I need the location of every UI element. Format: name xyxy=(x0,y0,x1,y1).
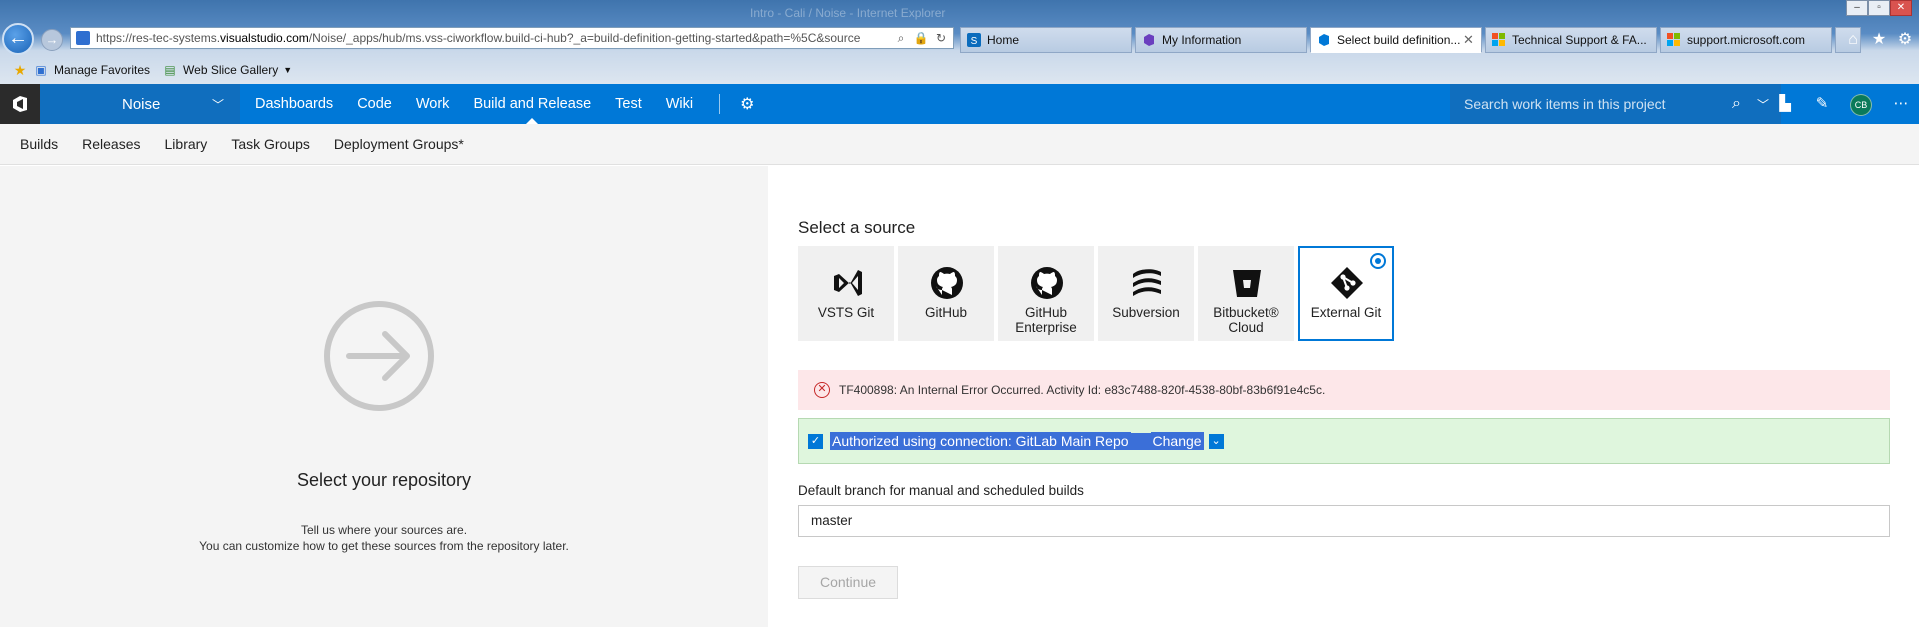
select-source-panel: Select a source VSTS Git GitHub GitHub E… xyxy=(768,166,1919,627)
github-icon xyxy=(1031,267,1063,299)
search-icon[interactable]: ⌕ xyxy=(1732,95,1741,113)
hub-tabs: Dashboards Code Work Build and Release T… xyxy=(243,84,760,124)
tab-home[interactable]: S Home xyxy=(960,27,1132,53)
selected-radio-icon xyxy=(1370,253,1386,269)
source-tile-subversion[interactable]: Subversion xyxy=(1098,246,1194,341)
source-tiles: VSTS Git GitHub GitHub Enterprise Subver… xyxy=(798,246,1398,341)
search-icon[interactable]: ⌕ xyxy=(893,31,909,46)
tab-technical-support[interactable]: Technical Support & FA... xyxy=(1485,27,1657,53)
subnav-library[interactable]: Library xyxy=(153,136,220,152)
vsts-favicon-icon xyxy=(1144,34,1154,46)
subnav-task-groups[interactable]: Task Groups xyxy=(219,136,322,152)
error-text: TF400898: An Internal Error Occurred. Ac… xyxy=(839,383,1326,397)
hub-dashboards[interactable]: Dashboards xyxy=(243,84,345,124)
microsoft-logo-icon xyxy=(1667,33,1680,46)
subnav-releases[interactable]: Releases xyxy=(70,136,152,152)
hub-build-and-release[interactable]: Build and Release xyxy=(461,84,603,124)
home-icon[interactable]: ⌂ xyxy=(1842,29,1864,51)
authorized-connection-text: Authorized using connection: GitLab Main… xyxy=(830,432,1131,450)
address-url[interactable]: https://res-tec-systems.visualstudio.com… xyxy=(96,31,893,45)
subversion-icon xyxy=(1133,269,1161,296)
manage-favorites[interactable]: ★ ▣ Manage Favorites xyxy=(12,62,150,78)
default-branch-input[interactable]: master xyxy=(798,505,1890,537)
back-button[interactable]: ← xyxy=(2,23,34,55)
change-connection-link[interactable]: Change xyxy=(1150,432,1204,450)
window-title: Intro - Cali / Noise - Internet Explorer xyxy=(750,6,946,20)
site-icon: ▣ xyxy=(35,63,47,77)
project-picker[interactable]: Noise ﹀ xyxy=(40,84,240,124)
bitbucket-icon xyxy=(1233,270,1261,297)
source-tile-vsts-git[interactable]: VSTS Git xyxy=(798,246,894,341)
top-navigation: Noise ﹀ Dashboards Code Work Build and R… xyxy=(0,84,1919,124)
source-tile-github[interactable]: GitHub xyxy=(898,246,994,341)
source-tile-github-enterprise[interactable]: GitHub Enterprise xyxy=(998,246,1094,341)
hub-wiki[interactable]: Wiki xyxy=(654,84,705,124)
tab-close-icon[interactable]: ✕ xyxy=(1463,32,1475,48)
address-bar[interactable]: https://res-tec-systems.visualstudio.com… xyxy=(70,27,954,49)
hub-work[interactable]: Work xyxy=(404,84,462,124)
git-icon xyxy=(1331,267,1363,299)
github-icon xyxy=(931,267,963,299)
vsts-icon xyxy=(834,270,862,296)
maximize-button[interactable]: ▫ xyxy=(1868,0,1890,16)
nav-divider xyxy=(719,94,721,114)
chevron-down-icon: ▼ xyxy=(283,65,293,75)
favorites-star-icon[interactable]: ★ xyxy=(1868,29,1890,51)
subnav-deployment-groups[interactable]: Deployment Groups* xyxy=(322,136,476,152)
left-panel-description-line1: Tell us where your sources are. xyxy=(300,523,468,537)
vsts-favicon-icon xyxy=(1319,34,1329,46)
search-work-items-input[interactable]: Search work items in this project ⌕ ﹀ xyxy=(1450,84,1781,124)
arrow-right-circle-icon xyxy=(324,301,434,411)
forward-button[interactable]: → xyxy=(41,29,63,51)
chevron-down-icon: ﹀ xyxy=(211,97,224,112)
more-options-icon[interactable]: ⋯ xyxy=(1884,84,1918,124)
browser-chrome: Intro - Cali / Noise - Internet Explorer… xyxy=(0,0,1919,84)
authorization-bar: ✓ Authorized using connection: GitLab Ma… xyxy=(798,418,1890,464)
tab-select-build-definition[interactable]: Select build definition... ✕ xyxy=(1310,27,1482,53)
default-branch-label: Default branch for manual and scheduled … xyxy=(798,483,1084,498)
subnav-builds[interactable]: Builds xyxy=(8,136,70,152)
chevron-down-icon[interactable]: ⌄ xyxy=(1208,433,1224,449)
checkmark-icon: ✓ xyxy=(808,433,823,449)
hub-test[interactable]: Test xyxy=(603,84,654,124)
source-tile-external-git[interactable]: External Git xyxy=(1298,246,1394,341)
left-panel-description-line2: You can customize how to get these sourc… xyxy=(199,539,569,553)
feedback-icon[interactable]: ✎ xyxy=(1805,84,1839,124)
svg-text:S: S xyxy=(971,36,978,47)
web-slice-icon: ▤ xyxy=(164,63,176,77)
settings-gear-icon[interactable]: ⚙ xyxy=(734,94,760,114)
vsts-logo-icon[interactable] xyxy=(0,84,40,124)
sub-navigation: Builds Releases Library Task Groups Depl… xyxy=(0,124,1919,165)
sharepoint-icon: S xyxy=(967,33,981,47)
error-circle-icon: ✕ xyxy=(814,382,830,398)
minimize-button[interactable]: – xyxy=(1846,0,1868,16)
continue-button[interactable]: Continue xyxy=(798,566,898,599)
tab-support-microsoft[interactable]: support.microsoft.com xyxy=(1660,27,1832,53)
tab-my-information[interactable]: My Information xyxy=(1135,27,1307,53)
favorites-bar: ★ ▣ Manage Favorites ▤ Web Slice Gallery… xyxy=(0,58,1919,82)
marketplace-bag-icon[interactable]: ▙ xyxy=(1768,84,1802,124)
refresh-icon[interactable]: ↻ xyxy=(933,31,949,45)
hub-code[interactable]: Code xyxy=(345,84,404,124)
close-window-button[interactable]: ✕ xyxy=(1890,0,1912,16)
repository-intro-panel: Select your repository Tell us where you… xyxy=(0,166,768,627)
favorites-star-icon: ★ xyxy=(13,62,27,78)
web-slice-gallery[interactable]: ▤ Web Slice Gallery ▼ xyxy=(162,62,292,78)
source-heading: Select a source xyxy=(798,218,916,237)
microsoft-logo-icon xyxy=(1492,33,1505,46)
avatar[interactable]: CB xyxy=(1850,94,1872,116)
tab-strip: S Home My Information Select build defin… xyxy=(960,27,1861,53)
error-message-bar: ✕ TF400898: An Internal Error Occurred. … xyxy=(798,370,1890,410)
source-tile-bitbucket-cloud[interactable]: Bitbucket® Cloud xyxy=(1198,246,1294,341)
lock-icon[interactable]: 🔒 xyxy=(913,31,929,45)
site-favicon-icon xyxy=(76,31,90,45)
tools-gear-icon[interactable]: ⚙ xyxy=(1894,29,1916,51)
left-panel-title: Select your repository xyxy=(296,470,472,490)
